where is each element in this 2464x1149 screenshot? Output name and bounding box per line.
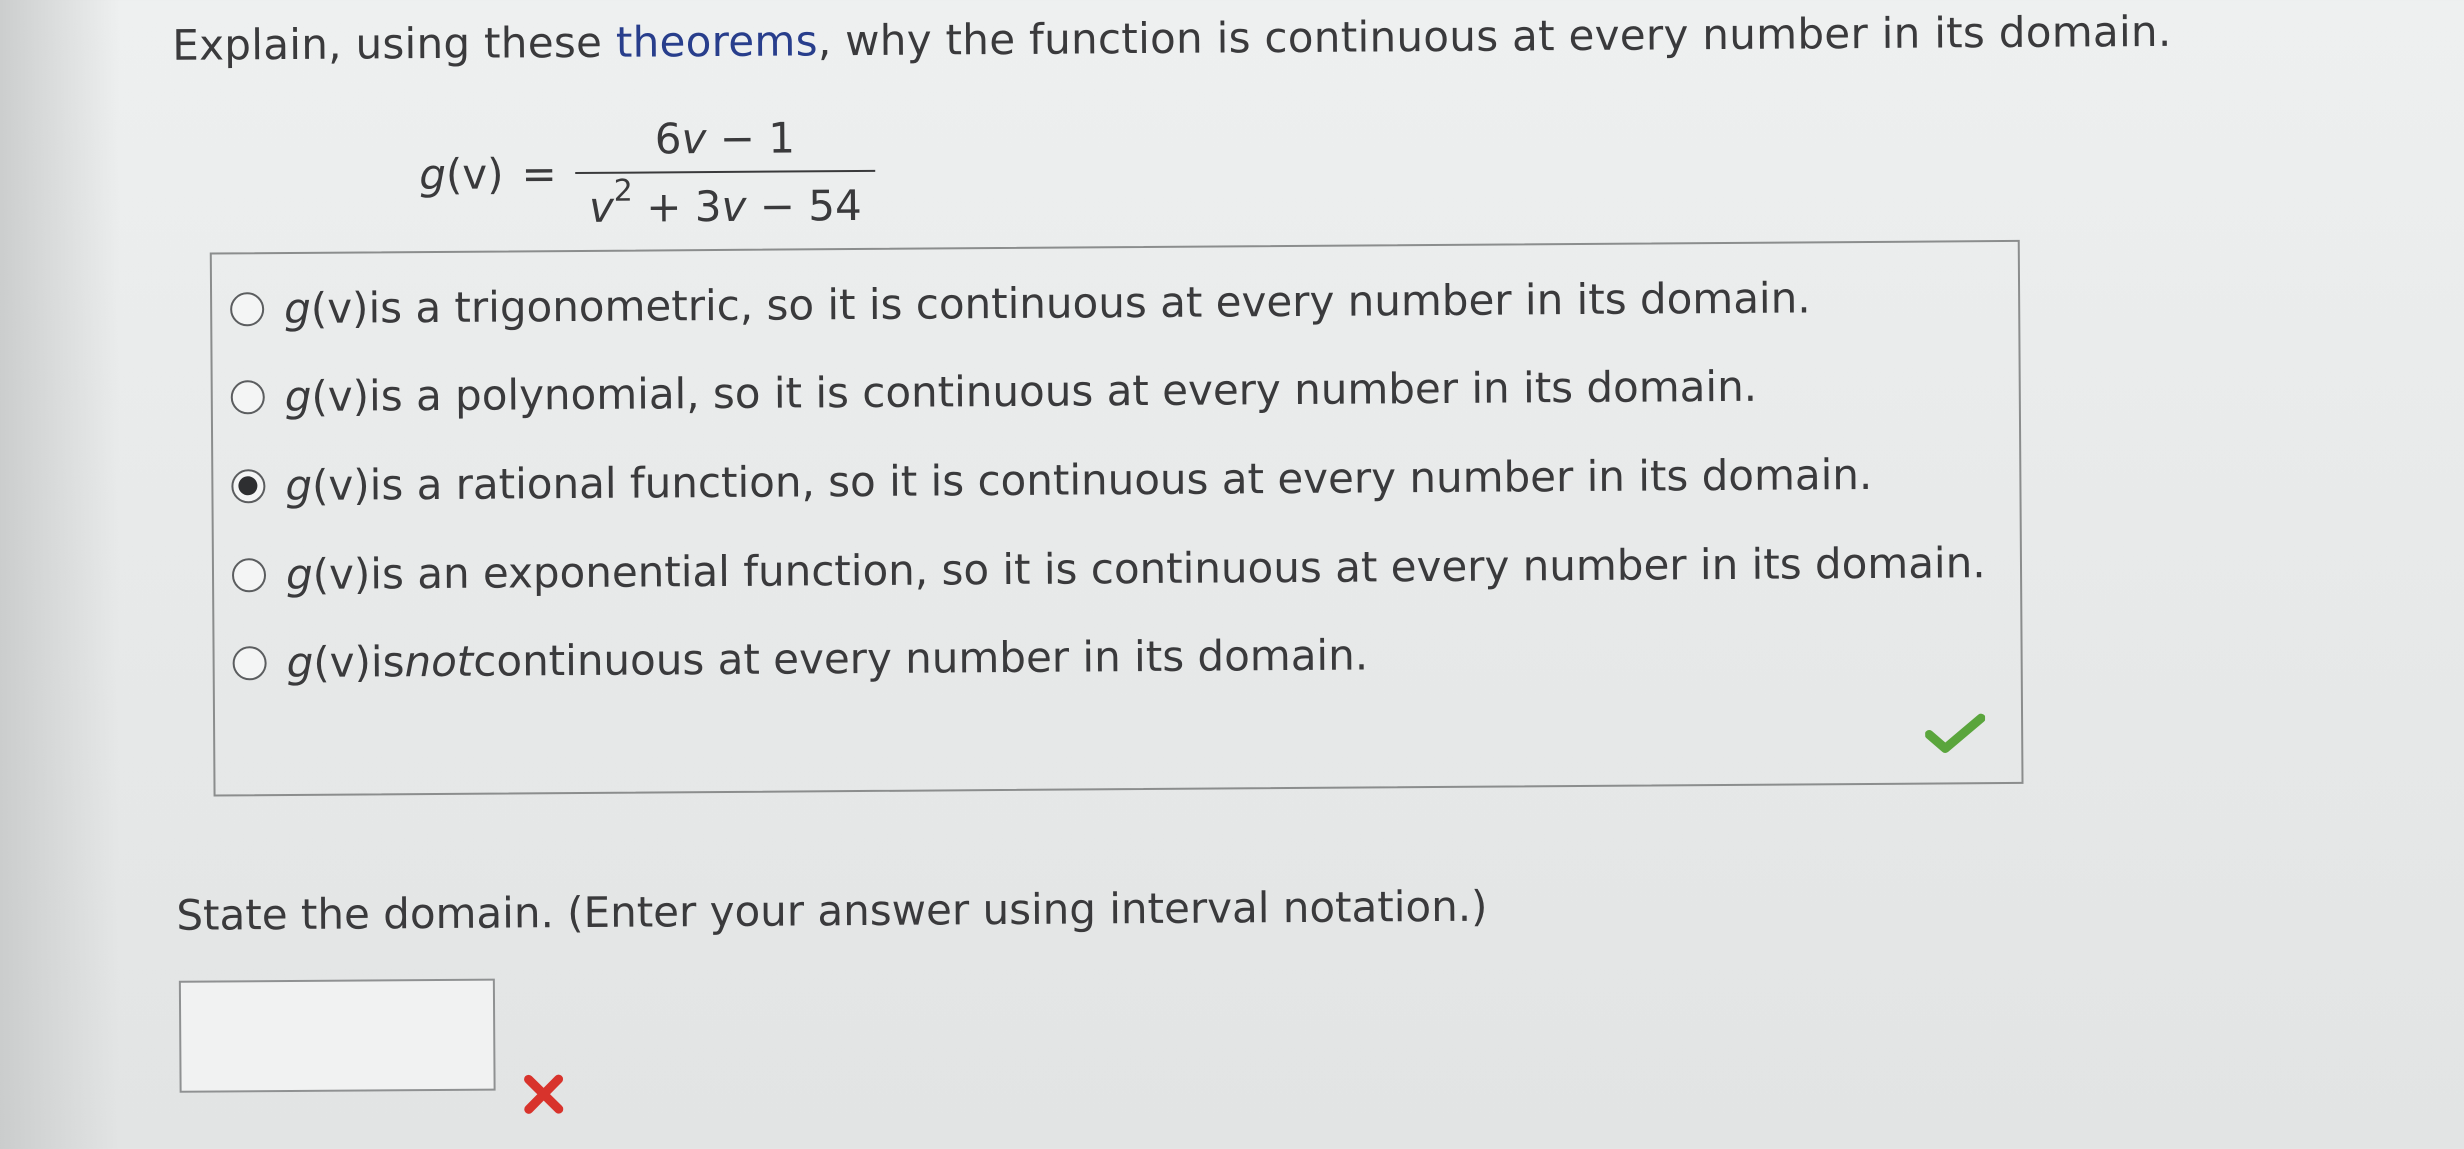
radio-button-selected[interactable] — [231, 468, 266, 503]
choice-emphasis: not — [404, 636, 474, 687]
multiple-choice-box: g (v) is a trigonometric, so it is contin… — [209, 239, 2024, 797]
choice-arg: (v) — [312, 549, 371, 599]
choice-fn: g — [286, 637, 314, 688]
domain-answer-input[interactable] — [178, 978, 496, 1093]
theorems-link[interactable]: theorems — [616, 16, 818, 66]
choice-polynomial[interactable]: g (v) is a polynomial, so it is continuou… — [230, 361, 1758, 422]
equals-sign: = — [521, 148, 557, 198]
choice-rational-function[interactable]: g (v) is a rational function, so it is co… — [231, 450, 1872, 510]
radio-button[interactable] — [230, 379, 265, 414]
function-equation: g(v) = 6v − 1 v2 + 3v − 54 — [419, 106, 876, 239]
choice-arg: (v) — [311, 460, 370, 510]
choice-trigonometric[interactable]: g (v) is a trigonometric, so it is contin… — [230, 273, 1811, 333]
fraction-numerator: 6v − 1 — [654, 112, 796, 163]
choice-arg: (v) — [310, 283, 369, 333]
choice-arg: (v) — [313, 637, 372, 687]
fraction-denominator: v2 + 3v − 54 — [588, 173, 862, 232]
question-page: Explain, using these theorems, why the f… — [0, 0, 2464, 1149]
choice-arg: (v) — [311, 371, 370, 421]
choice-text: continuous at every number in its domain… — [473, 630, 1369, 686]
question-prompt: Explain, using these theorems, why the f… — [172, 7, 2172, 70]
choice-text: is — [370, 637, 405, 687]
equation-lhs: g(v) — [419, 148, 504, 199]
choice-text: is a polynomial, so it is continuous at … — [368, 361, 1758, 421]
incorrect-x-icon — [524, 1074, 564, 1114]
prompt-text-start: Explain, using these — [172, 17, 617, 70]
choice-fn: g — [283, 283, 312, 334]
choice-fn: g — [285, 549, 313, 600]
choice-text: is a rational function, so it is continu… — [369, 449, 1873, 510]
choice-fn: g — [284, 371, 312, 422]
radio-button[interactable] — [231, 557, 267, 592]
radio-button[interactable] — [232, 645, 267, 680]
choice-not-continuous[interactable]: g (v) is not continuous at every number i… — [232, 630, 1368, 687]
choice-fn: g — [285, 460, 313, 511]
radio-button[interactable] — [230, 291, 265, 326]
choice-exponential[interactable]: g (v) is an exponential function, so it i… — [231, 538, 1986, 600]
prompt-text-end: , why the function is continuous at ever… — [817, 6, 2172, 66]
choice-text: is an exponential function, so it is con… — [370, 538, 1986, 599]
domain-prompt: State the domain. (Enter your answer usi… — [176, 881, 1488, 940]
fraction: 6v − 1 v2 + 3v − 54 — [574, 112, 876, 231]
choice-text: is a trigonometric, so it is continuous … — [368, 273, 1811, 333]
checkmark-icon — [1925, 713, 1986, 753]
